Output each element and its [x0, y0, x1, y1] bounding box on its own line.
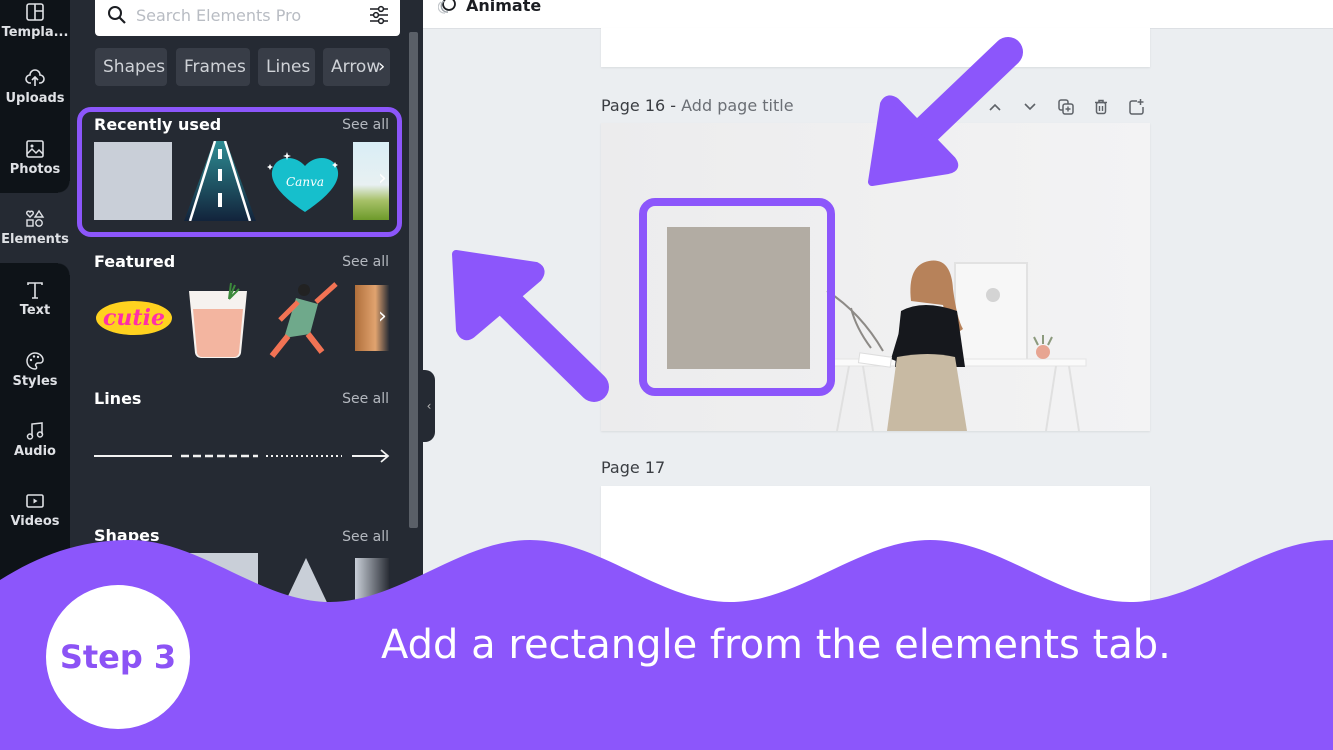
move-page-down-button[interactable] — [1019, 96, 1041, 118]
rail-label-text: Text — [19, 303, 51, 318]
shapes-icon — [26, 209, 45, 227]
rail-tab-templates[interactable]: Templa... — [0, 0, 70, 56]
rail-label-videos: Videos — [10, 514, 60, 529]
featured-next-icon[interactable]: › — [378, 304, 387, 329]
collapse-panel-button[interactable]: ‹ — [423, 370, 435, 442]
trash-icon — [1095, 99, 1107, 115]
upload-cloud-icon — [25, 69, 45, 86]
rail-tab-styles[interactable]: Styles — [0, 335, 70, 405]
page-15-canvas[interactable] — [601, 28, 1150, 67]
see-all-lines[interactable]: See all — [342, 391, 389, 407]
rail-label-uploads: Uploads — [5, 91, 65, 106]
chevron-up-icon — [989, 103, 1001, 111]
page-16-label: Page 16 - Add page title — [601, 96, 794, 115]
featured-item-cutie-sticker[interactable]: cutie — [94, 292, 174, 342]
section-title-shapes: Shapes — [94, 526, 160, 545]
search-input[interactable] — [136, 5, 368, 25]
shape-triangle[interactable] — [280, 558, 332, 613]
rail-tab-elements[interactable]: Elements — [0, 181, 70, 275]
chip-shapes[interactable]: Shapes — [95, 48, 167, 86]
rail-tab-videos[interactable]: Videos — [0, 475, 70, 545]
add-page-icon — [1129, 99, 1144, 115]
shape-square[interactable] — [190, 553, 258, 613]
step-badge: Step 3 — [46, 585, 190, 729]
rail-label-templates: Templa... — [1, 25, 69, 40]
image-icon — [26, 140, 44, 158]
featured-item-iced-drink[interactable] — [187, 281, 249, 359]
templates-icon — [26, 3, 44, 21]
palette-icon — [26, 352, 44, 370]
section-title-lines: Lines — [94, 389, 142, 408]
panel-scrollbar[interactable] — [409, 32, 418, 528]
page-title-input[interactable]: Add page title — [681, 96, 793, 115]
rail-label-audio: Audio — [13, 444, 56, 459]
step-label: Step 3 — [59, 638, 177, 676]
chip-frames[interactable]: Frames — [176, 48, 250, 86]
chevron-left-icon: ‹ — [426, 399, 432, 413]
rail-tab-uploads[interactable]: Uploads — [0, 52, 70, 122]
animate-button[interactable]: Animate — [438, 0, 541, 15]
line-arrow[interactable] — [352, 449, 390, 463]
page-17-canvas[interactable] — [601, 486, 1150, 626]
duplicate-page-button[interactable] — [1055, 96, 1077, 118]
see-all-shapes[interactable]: See all — [342, 529, 389, 545]
text-icon — [27, 282, 43, 299]
delete-page-button[interactable] — [1090, 96, 1112, 118]
see-all-featured[interactable]: See all — [342, 254, 389, 270]
rail-label-elements: Elements — [1, 232, 69, 247]
top-bar — [423, 0, 1333, 29]
move-page-up-button[interactable] — [984, 96, 1006, 118]
chevron-down-icon — [1024, 103, 1036, 111]
chip-arrows-label: Arrow — [331, 57, 381, 77]
video-icon — [26, 494, 44, 508]
page-17-label: Page 17 — [601, 458, 666, 477]
search-icon — [108, 6, 126, 24]
animate-icon — [438, 0, 456, 14]
chips-next-icon[interactable]: › — [378, 56, 385, 77]
page-16-number: Page 16 - — [601, 96, 677, 115]
arrow-to-panel-icon — [452, 250, 609, 402]
chip-lines[interactable]: Lines — [258, 48, 315, 86]
animate-label: Animate — [466, 0, 542, 15]
duplicate-icon — [1058, 99, 1074, 115]
lines-row — [94, 449, 390, 463]
highlight-recently-used — [77, 107, 402, 237]
instruction-text: Add a rectangle from the elements tab. — [381, 622, 1171, 668]
highlight-rectangle — [639, 198, 835, 396]
search-box[interactable] — [95, 0, 400, 36]
filter-icon[interactable] — [368, 5, 390, 25]
rail-label-styles: Styles — [12, 374, 58, 389]
rail-tab-text[interactable]: Text — [0, 264, 70, 334]
rail-label-photos: Photos — [9, 162, 61, 177]
music-note-icon — [26, 422, 44, 440]
rail-tab-audio[interactable]: Audio — [0, 405, 70, 475]
featured-item-dancing-woman[interactable] — [268, 280, 344, 358]
section-title-featured: Featured — [94, 252, 176, 271]
shape-diamond[interactable] — [355, 558, 389, 613]
add-page-button[interactable] — [1125, 96, 1147, 118]
svg-text:cutie: cutie — [103, 305, 165, 331]
